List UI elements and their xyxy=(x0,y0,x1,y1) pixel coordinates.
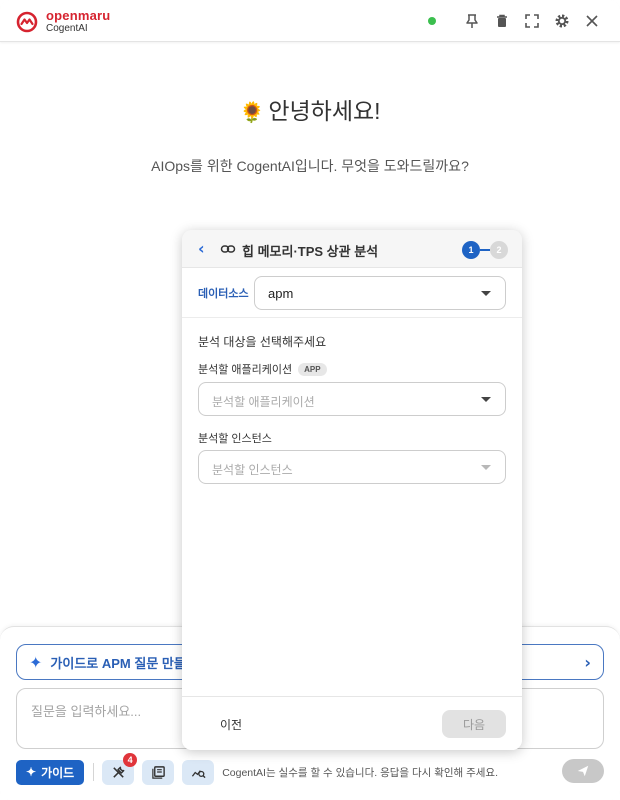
title-bar: openmaru CogentAI xyxy=(0,0,620,42)
fullscreen-button[interactable] xyxy=(522,11,542,31)
fullscreen-icon xyxy=(525,14,539,28)
guide-button[interactable]: ✦ 가이드 xyxy=(16,759,85,785)
sparkle-icon: ✦ xyxy=(26,765,37,779)
trash-icon xyxy=(497,14,507,27)
back-chevron-icon[interactable]: ‹ xyxy=(198,241,205,257)
step-connector xyxy=(480,249,490,251)
send-button[interactable] xyxy=(562,759,604,783)
analysis-button[interactable] xyxy=(182,759,215,785)
app-tag: APP xyxy=(298,362,327,376)
previous-button[interactable]: 이전 xyxy=(220,716,242,733)
book-stack-icon xyxy=(151,765,165,779)
tools-icon xyxy=(112,766,125,778)
instance-select[interactable]: 분석할 인스턴스 xyxy=(198,450,506,484)
close-icon xyxy=(586,15,598,27)
pin-icon xyxy=(466,14,478,28)
link-icon xyxy=(220,245,236,253)
application-placeholder: 분석할 애플리케이션 xyxy=(212,395,315,409)
dropdown-arrow-icon xyxy=(481,291,491,296)
application-label-text: 분석할 애플리케이션 xyxy=(198,364,293,376)
send-icon xyxy=(577,765,589,777)
next-button[interactable]: 다음 xyxy=(442,710,506,738)
step-indicator: 1 2 xyxy=(462,241,508,259)
chevron-right-icon: › xyxy=(584,653,591,672)
wizard-footer: 이전 다음 xyxy=(182,696,522,750)
composer-toolbar: ✦ 가이드 4 CogentAI는 실수를 할 수 있습니다. 응답을 다시 확… xyxy=(16,752,604,785)
analysis-wizard-dialog: ‹ 힙 메모리·TPS 상관 분석 1 2 데이터소스 apm 분석 대상을 선… xyxy=(182,230,522,750)
datasource-label: 데이터소스 xyxy=(198,288,249,300)
sparkle-icon: ✦ xyxy=(29,652,43,672)
datasource-value: apm xyxy=(268,286,294,301)
wizard-title: 힙 메모리·TPS 상관 분석 xyxy=(242,244,379,259)
dropdown-arrow-icon xyxy=(481,465,491,470)
toolbar-divider xyxy=(93,763,95,781)
disclaimer-text: CogentAI는 실수를 할 수 있습니다. 응답을 다시 확인해 주세요. xyxy=(222,766,498,779)
step-1: 1 xyxy=(462,241,480,259)
welcome-subtitle: AIOps를 위한 CogentAI입니다. 무엇을 도와드릴까요? xyxy=(151,158,469,174)
logo: openmaru CogentAI xyxy=(16,9,110,34)
section-title: 분석 대상을 선택해주세요 xyxy=(198,335,327,349)
app-window: openmaru CogentAI 🌻 안녕하세요! AIOps를 위한 Cog… xyxy=(0,0,620,800)
sunflower-icon: 🌻 xyxy=(239,102,265,124)
settings-button[interactable] xyxy=(552,11,572,31)
delete-button[interactable] xyxy=(492,11,512,31)
chart-search-icon xyxy=(191,769,206,778)
datasource-select[interactable]: apm xyxy=(254,276,506,310)
status-indicator xyxy=(428,17,436,25)
tools-count-badge: 4 xyxy=(123,752,138,767)
question-placeholder: 질문을 입력하세요... xyxy=(31,704,142,719)
instance-label-text: 분석할 인스턴스 xyxy=(198,433,272,445)
tools-button[interactable]: 4 xyxy=(102,752,138,785)
brand-name: openmaru xyxy=(46,8,111,23)
product-name: CogentAI xyxy=(46,23,88,34)
dropdown-arrow-icon xyxy=(481,397,491,402)
welcome-title: 🌻 안녕하세요! xyxy=(0,92,620,126)
welcome-title-text: 안녕하세요! xyxy=(268,98,381,124)
guide-button-label: 가이드 xyxy=(41,765,75,780)
library-button[interactable] xyxy=(142,759,175,785)
step-2: 2 xyxy=(490,241,508,259)
guide-banner-text: 가이드로 APM 질문 만들기 xyxy=(50,655,198,671)
datasource-row: 데이터소스 apm xyxy=(182,268,522,318)
application-field-label: 분석할 애플리케이션 APP xyxy=(198,361,327,377)
instance-placeholder: 분석할 인스턴스 xyxy=(212,463,293,477)
wizard-header: ‹ 힙 메모리·TPS 상관 분석 1 2 xyxy=(182,230,522,268)
gear-icon xyxy=(555,14,569,28)
application-select[interactable]: 분석할 애플리케이션 xyxy=(198,382,506,416)
pin-button[interactable] xyxy=(462,11,482,31)
openmaru-logo-icon xyxy=(16,11,38,32)
instance-field-label: 분석할 인스턴스 xyxy=(198,430,272,446)
close-button[interactable] xyxy=(582,11,602,31)
